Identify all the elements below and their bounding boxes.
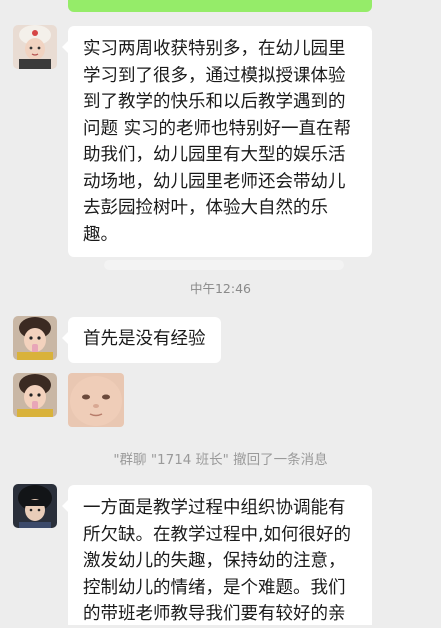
message-1-line-3: 到了教学的快乐和以后教学遇到的: [83, 92, 346, 112]
message-bubble-1[interactable]: 实习两周收获特别多，在幼儿园里 学习到了很多，通过模拟授课体验 到了教学的快乐和…: [62, 26, 372, 257]
message-bubble-2[interactable]: 首先是没有经验: [62, 317, 221, 363]
avatar-dark-hair-icon: [13, 484, 57, 528]
image-message-baby-face[interactable]: [68, 373, 124, 427]
avatar-toddler-2[interactable]: [13, 373, 57, 417]
avatar-toddler[interactable]: [13, 316, 57, 360]
message-1-line-7: 去彭园捡树叶，体验大自然的乐: [83, 198, 328, 218]
avatar-toddler-2-icon: [13, 373, 57, 417]
avatar-girl-with-hat[interactable]: [13, 25, 57, 69]
recall-notice: "群聊 "1714 班长" 撤回了一条消息: [113, 452, 328, 468]
sent-message-bubble-partial[interactable]: [68, 0, 372, 12]
message-1-line-1: 实习两周收获特别多，在幼儿园里: [83, 39, 346, 59]
message-4-line-1: 一方面是教学过程中组织协调能有: [83, 498, 346, 518]
message-2-line-1: 首先是没有经验: [83, 329, 206, 349]
avatar-dark-hair[interactable]: [13, 484, 57, 528]
message-1-line-2: 学习到了很多，通过模拟授课体验: [83, 65, 346, 86]
baby-face-photo: [68, 373, 124, 427]
message-1-line-8: 趣。: [83, 224, 118, 245]
avatar-toddler-icon: [13, 316, 57, 360]
message-4-line-2: 所欠缺。在教学过程中,如何很好的: [83, 524, 352, 545]
message-1-line-6: 动场地，幼儿园里老师还会带幼儿: [83, 171, 346, 192]
message-bubble-4[interactable]: 一方面是教学过程中组织协调能有 所欠缺。在教学过程中,如何很好的 激发幼儿的失趣…: [62, 485, 372, 625]
message-4-line-5: 的带班老师教导我们要有较好的亲: [83, 604, 346, 624]
message-1-line-5: 助我们，幼儿园里有大型的娱乐活: [83, 145, 346, 165]
message-4-line-4: 控制幼儿的情绪，是个难题。我们: [83, 577, 346, 598]
message-4-line-3: 激发幼儿的失趣，保持幼的注意，: [83, 551, 346, 571]
chat-timestamp: 中午12:46: [189, 281, 252, 296]
avatar-girl-with-hat-icon: [13, 25, 57, 69]
message-1-line-4: 问题 实习的老师也特别好一直在帮: [83, 118, 352, 139]
faint-artifact: [104, 260, 344, 270]
